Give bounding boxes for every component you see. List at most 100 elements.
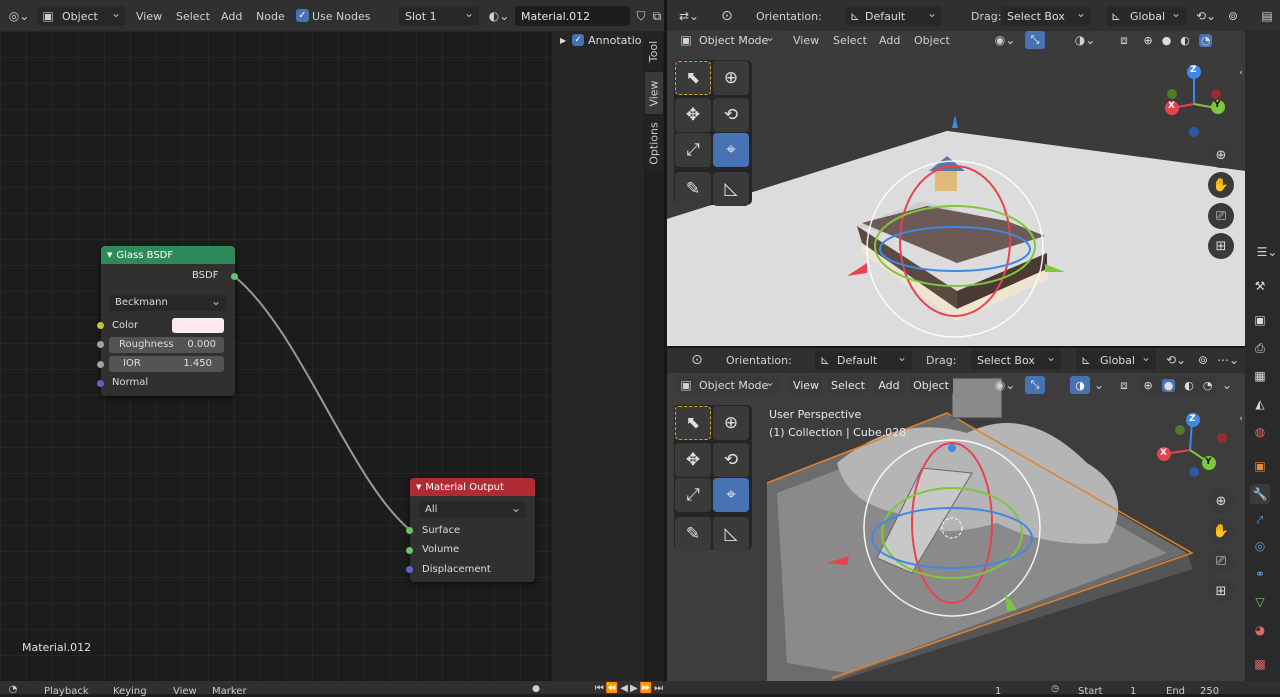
menu-view-top[interactable]: View: [789, 30, 823, 50]
particles-properties-icon[interactable]: ⤤: [1250, 510, 1270, 530]
current-frame-field[interactable]: 1: [995, 686, 1001, 697]
drag-dropdown-bottom[interactable]: Select Box: [971, 350, 1061, 370]
wireframe-shading-icon[interactable]: ⊕: [1143, 379, 1152, 392]
properties-editor-icon[interactable]: ▤: [1258, 6, 1276, 26]
cursor-tool[interactable]: ⊕: [713, 61, 749, 95]
material-shading-icon[interactable]: ◐: [1184, 379, 1194, 392]
volume-input-socket[interactable]: [406, 547, 413, 554]
fake-user-shield-icon[interactable]: ⛉: [632, 6, 650, 26]
color-swatch[interactable]: [172, 318, 224, 333]
pan-hand-icon[interactable]: ✋: [1208, 172, 1234, 198]
visibility-icon-bottom[interactable]: ◉⌄: [990, 375, 1020, 395]
overlay-toggle-bottom[interactable]: ◑: [1070, 376, 1090, 394]
shading-modes-bottom[interactable]: ⊕ ● ◐ ◔: [1139, 376, 1217, 394]
pivot-point-icon[interactable]: ⊙: [716, 6, 738, 26]
displacement-input-socket[interactable]: [406, 566, 413, 573]
menu-object-top[interactable]: Object: [910, 30, 954, 50]
color-input-socket[interactable]: [97, 322, 104, 329]
modifier-properties-icon[interactable]: 🔧: [1250, 484, 1270, 504]
tab-tool[interactable]: Tool: [645, 31, 663, 71]
collapse-arrow-icon[interactable]: ▼: [416, 483, 421, 491]
record-icon[interactable]: ●: [530, 683, 542, 694]
menu-view-timeline[interactable]: View: [173, 686, 197, 697]
menu-select-bottom[interactable]: Select: [827, 375, 869, 395]
properties-filter-icon[interactable]: ☰⌄: [1254, 242, 1280, 262]
shading-dropdown-bottom[interactable]: ⌄: [1220, 375, 1234, 395]
tool-properties-icon[interactable]: ⚒: [1250, 276, 1270, 296]
measure-tool[interactable]: ◺: [713, 172, 749, 206]
constraints-properties-icon[interactable]: ⚭: [1250, 564, 1270, 584]
rendered-shading-icon[interactable]: ◔: [1198, 33, 1213, 47]
output-target-dropdown[interactable]: All: [419, 501, 526, 518]
select-box-tool[interactable]: ⬉: [675, 61, 711, 95]
scale-tool-bottom[interactable]: ⤢: [675, 478, 711, 512]
data-properties-icon[interactable]: ▽: [1250, 592, 1270, 612]
tab-view[interactable]: View: [645, 72, 663, 114]
ortho-grid-icon-bottom[interactable]: ⊞: [1208, 578, 1234, 604]
duplicate-material-icon[interactable]: ⧉: [650, 6, 664, 26]
rendered-shading-icon[interactable]: ◔: [1203, 379, 1213, 392]
timeline-editor-icon[interactable]: ◔: [4, 683, 22, 695]
measure-tool-bottom[interactable]: ◺: [713, 517, 749, 551]
rotate-tool[interactable]: ⟲: [713, 98, 749, 132]
ior-input-socket[interactable]: [97, 361, 104, 368]
solid-shading-icon[interactable]: ●: [1162, 34, 1172, 47]
scene-properties-icon[interactable]: ◭: [1250, 394, 1270, 414]
annotations-panel-header[interactable]: ▶ ✓ Annotatio: [556, 31, 644, 49]
bsdf-output-socket[interactable]: [231, 273, 238, 280]
surface-input-socket[interactable]: [406, 527, 413, 534]
ortho-grid-icon[interactable]: ⊞: [1208, 233, 1234, 259]
normal-input-socket[interactable]: [97, 380, 104, 387]
drag-dropdown[interactable]: Select Box: [1001, 6, 1091, 26]
tab-options[interactable]: Options: [645, 115, 663, 171]
select-box-tool-bottom[interactable]: ⬉: [675, 406, 711, 440]
move-tool[interactable]: ✥: [675, 98, 711, 132]
shading-modes[interactable]: ⊕ ● ◐ ◔: [1139, 31, 1217, 49]
collapse-arrow-icon[interactable]: ▼: [107, 251, 112, 259]
rotate-tool-bottom[interactable]: ⟲: [713, 443, 749, 477]
panel-collapse-arrow-icon[interactable]: ‹: [1236, 66, 1246, 80]
snap-icon-bottom[interactable]: ⟲⌄: [1161, 350, 1191, 370]
world-properties-icon[interactable]: ◍: [1250, 422, 1270, 442]
output-properties-icon[interactable]: ⎙: [1250, 338, 1270, 358]
cursor-tool-bottom[interactable]: ⊕: [713, 406, 749, 440]
menu-keying[interactable]: Keying: [113, 686, 147, 697]
wireframe-shading-icon[interactable]: ⊕: [1143, 34, 1152, 47]
overlay-dropdown-bottom[interactable]: ⌄: [1092, 375, 1106, 395]
annotate-tool[interactable]: ✎: [675, 172, 711, 206]
solid-shading-icon[interactable]: ●: [1161, 378, 1176, 392]
material-properties-icon[interactable]: ◕: [1250, 620, 1270, 640]
distribution-dropdown[interactable]: Beckmann: [109, 294, 226, 311]
overlay-icon[interactable]: ◑⌄: [1070, 30, 1100, 50]
menu-add-bottom[interactable]: Add: [873, 375, 905, 395]
end-value[interactable]: 250: [1200, 686, 1219, 697]
panel-collapse-arrow-icon-2[interactable]: ‹: [1236, 412, 1246, 426]
proportional-edit-icon-bottom[interactable]: ⊚: [1194, 350, 1212, 370]
menu-view-bottom[interactable]: View: [789, 375, 823, 395]
move-tool-bottom[interactable]: ✥: [675, 443, 711, 477]
xray-icon[interactable]: ⧈: [1115, 30, 1133, 50]
transform-tool[interactable]: ⌖: [713, 133, 749, 167]
annotations-checkbox[interactable]: ✓: [572, 34, 585, 46]
physics-properties-icon[interactable]: ◎: [1250, 536, 1270, 556]
roughness-field[interactable]: Roughness 0.000: [109, 337, 224, 353]
annotate-tool-bottom[interactable]: ✎: [675, 517, 711, 551]
start-value[interactable]: 1: [1130, 686, 1136, 697]
scale-tool[interactable]: ⤢: [675, 133, 711, 167]
proportional-edit-icon[interactable]: ⊚: [1224, 6, 1242, 26]
gizmo-toggle-button[interactable]: ⤡: [1025, 31, 1045, 49]
viewport-type-icon[interactable]: ⇄⌄: [672, 6, 706, 26]
menu-playback[interactable]: Playback: [44, 686, 89, 697]
material-shading-icon[interactable]: ◐: [1180, 34, 1190, 47]
zoom-icon[interactable]: ⊕: [1208, 142, 1234, 168]
snap-icon[interactable]: ⟲⌄: [1191, 6, 1221, 26]
pivot-point-icon-bottom[interactable]: ⊙: [686, 350, 708, 370]
transform-tool-bottom[interactable]: ⌖: [713, 478, 749, 512]
visibility-icon[interactable]: ◉⌄: [990, 30, 1020, 50]
view-layer-properties-icon[interactable]: ▦: [1250, 366, 1270, 386]
gizmo-toggle-button-bottom[interactable]: ⤡: [1025, 376, 1045, 394]
menu-select-top[interactable]: Select: [829, 30, 871, 50]
texture-properties-icon[interactable]: ▩: [1250, 654, 1270, 674]
xray-icon-bottom[interactable]: ⧈: [1115, 375, 1133, 395]
menu-marker[interactable]: Marker: [212, 686, 247, 697]
